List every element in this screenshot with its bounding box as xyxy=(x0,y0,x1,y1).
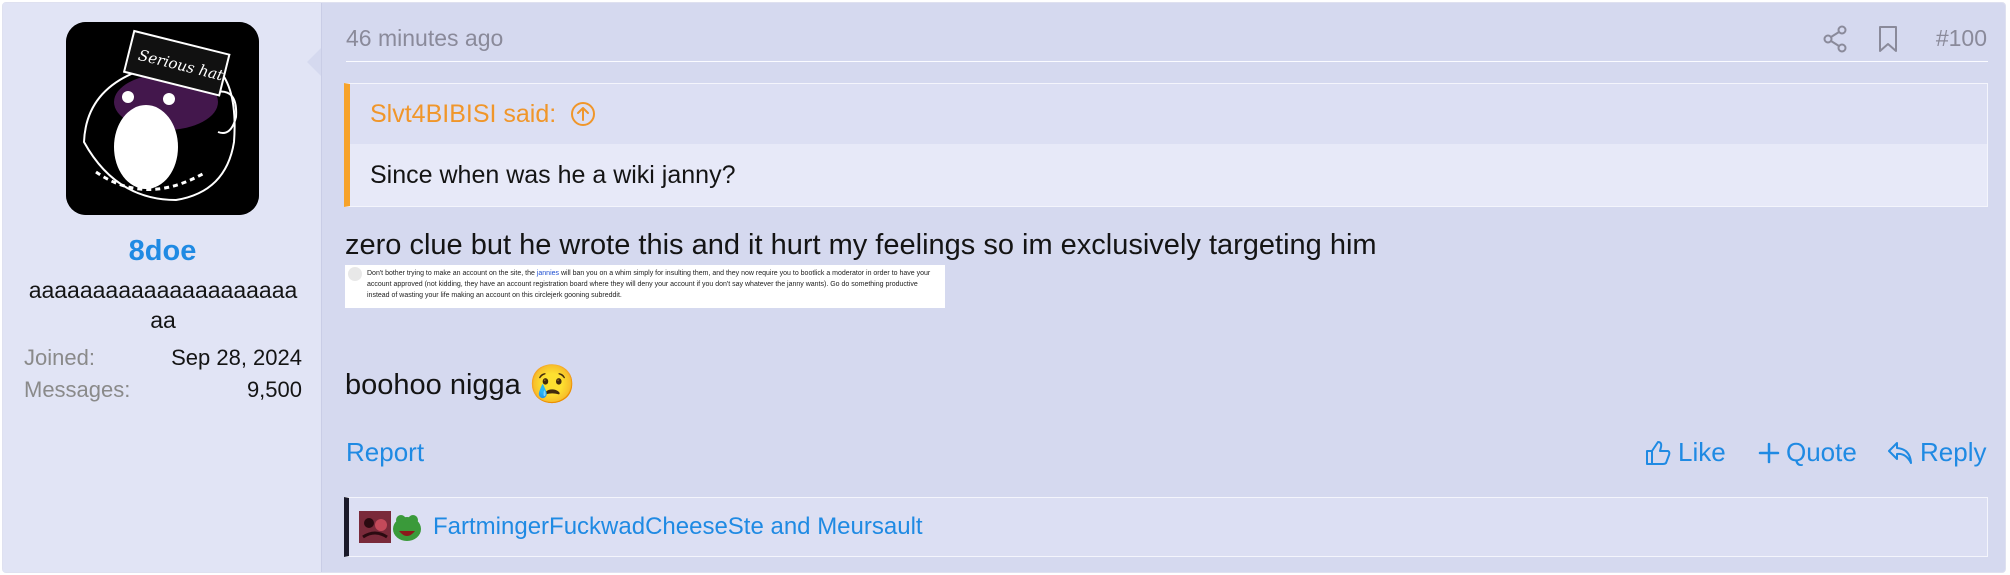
embedded-avatar-icon xyxy=(348,267,362,281)
plus-icon xyxy=(1758,442,1780,463)
header-divider xyxy=(346,61,1988,62)
quote-text: Since when was he a wiki janny? xyxy=(350,144,1987,206)
quote-author[interactable]: Slvt4BIBISI said: xyxy=(370,100,556,129)
post-body-text: zero clue but he wrote this and it hurt … xyxy=(345,229,1377,261)
message-main: 46 minutes ago #100 Slvt4BIBISI said: Si… xyxy=(322,3,2005,572)
reply-button[interactable]: Reply xyxy=(1886,437,1986,468)
stat-joined: Joined: Sep 28, 2024 xyxy=(24,345,302,371)
quote-label: Quote xyxy=(1786,437,1857,467)
arrow-up-circle-icon[interactable] xyxy=(570,101,596,127)
panel-arrow xyxy=(307,48,321,76)
reaction-users[interactable]: FartmingerFuckwadCheeseSte and Meursault xyxy=(433,513,923,541)
thumbs-up-icon xyxy=(1646,440,1671,465)
user-title: aaaaaaaaaaaaaaaaaaaaaaa xyxy=(28,277,298,333)
post-body-text-2: boohoo nigga 😢 xyxy=(345,363,576,407)
avatar[interactable]: Serious hat xyxy=(66,22,259,215)
post-body-text-2-label: boohoo nigga xyxy=(345,368,521,401)
embedded-link: jannies xyxy=(536,270,560,277)
reaction-frog-icon xyxy=(391,511,423,543)
stat-joined-value: Sep 28, 2024 xyxy=(171,345,302,370)
quote-header[interactable]: Slvt4BIBISI said: xyxy=(350,84,1987,144)
embedded-text-before: Don't bother trying to make an account o… xyxy=(367,270,535,277)
post-time[interactable]: 46 minutes ago xyxy=(346,25,503,52)
quote-button[interactable]: Quote xyxy=(1758,437,1857,468)
avatar-image: Serious hat xyxy=(66,22,259,215)
stat-messages-value[interactable]: 9,500 xyxy=(247,377,302,403)
bookmark-icon[interactable] xyxy=(1877,25,1899,53)
like-button[interactable]: Like xyxy=(1644,437,1726,468)
post-number[interactable]: #100 xyxy=(1936,25,1987,52)
embedded-screenshot[interactable]: Don't bother trying to make an account o… xyxy=(345,265,945,308)
message-post: Serious hat 8doe aaaaaaaaaaaaaaaaaaaaaaa… xyxy=(2,2,2006,573)
report-label: Report xyxy=(346,437,425,467)
stat-joined-label: Joined: xyxy=(24,345,95,370)
username[interactable]: 8doe xyxy=(3,235,322,268)
report-button[interactable]: Report xyxy=(346,437,424,468)
reply-arrow-icon xyxy=(1888,441,1912,464)
user-panel: Serious hat 8doe aaaaaaaaaaaaaaaaaaaaaaa… xyxy=(3,3,322,572)
share-icon[interactable] xyxy=(1822,25,1848,53)
reply-label: Reply xyxy=(1920,437,1987,467)
quote-block: Slvt4BIBISI said: Since when was he a wi… xyxy=(344,83,1988,207)
stat-messages-label: Messages: xyxy=(24,377,131,402)
reaction-avatar-icon xyxy=(359,511,391,543)
stat-messages: Messages: 9,500 xyxy=(24,377,302,403)
reactions-bar[interactable]: FartmingerFuckwadCheeseSte and Meursault xyxy=(344,497,1988,557)
like-label: Like xyxy=(1678,437,1726,467)
crying-face-emoji: 😢 xyxy=(528,364,577,406)
